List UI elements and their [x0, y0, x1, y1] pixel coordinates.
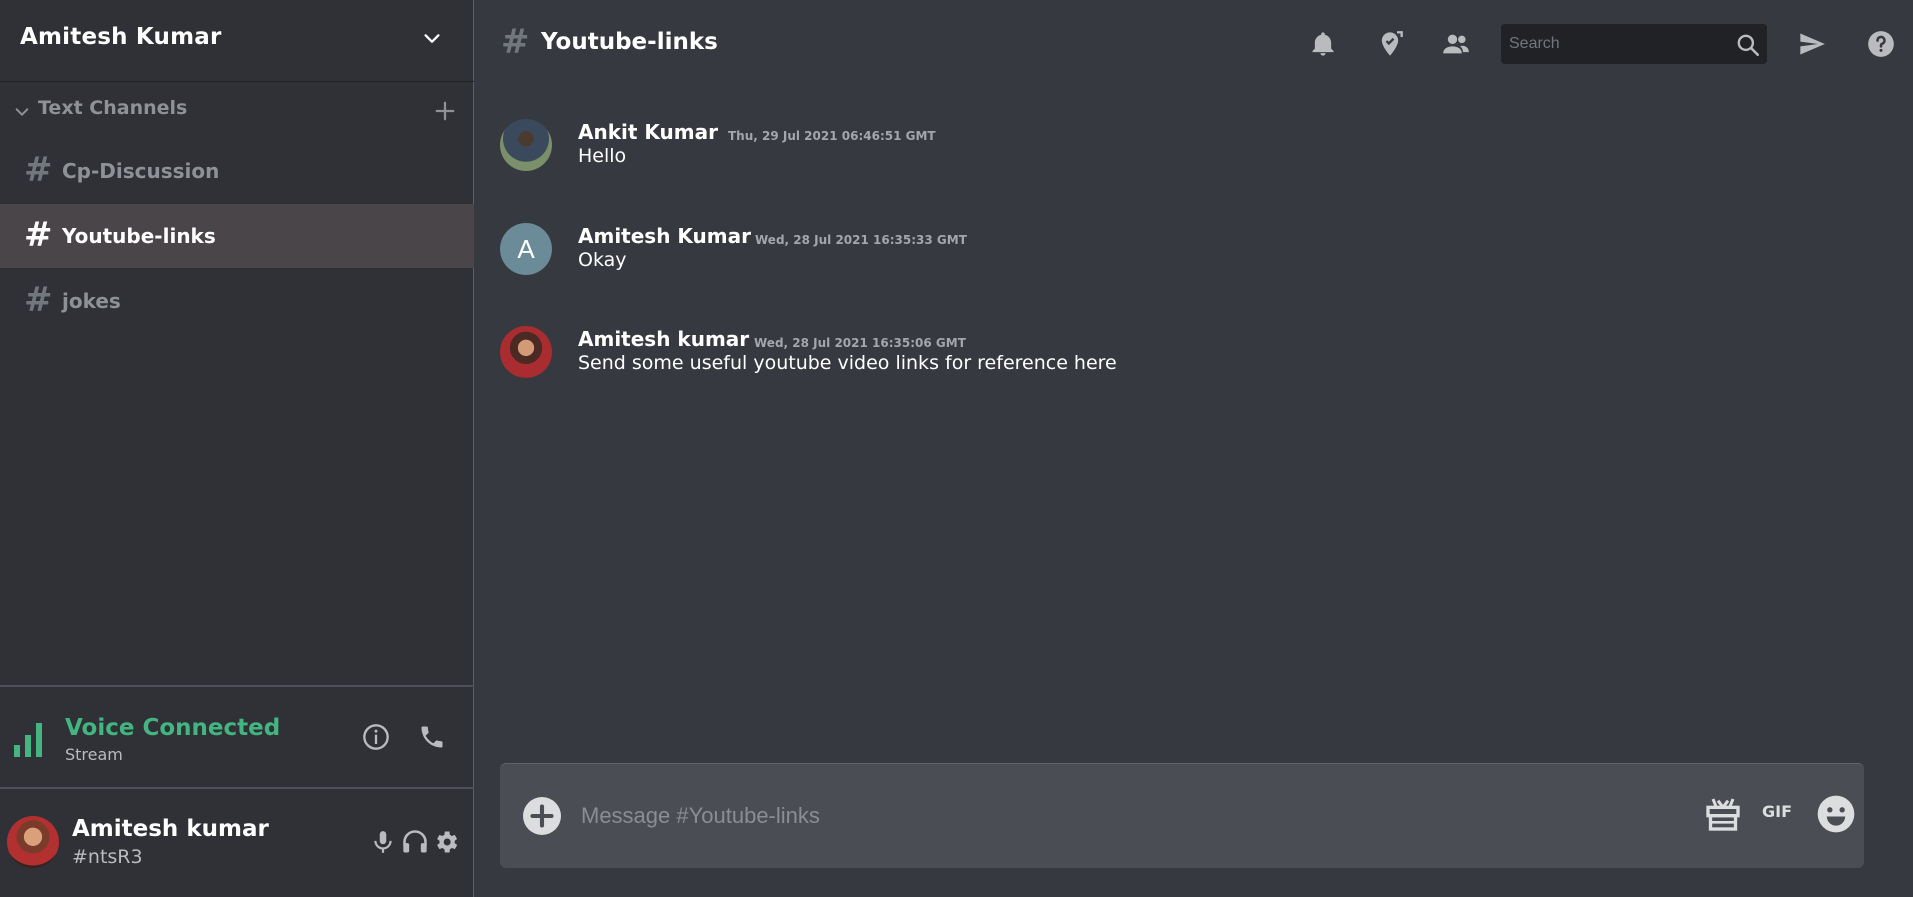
hashtag-icon: # [24, 215, 53, 255]
category-text-channels[interactable]: Text Channels [0, 96, 474, 126]
channel-header: # Youtube-links [475, 0, 1913, 86]
chevron-down-icon[interactable] [421, 28, 443, 50]
channel-sidebar: Amitesh Kumar Text Channels # Cp-Discuss… [0, 0, 474, 897]
phone-icon[interactable] [418, 723, 446, 751]
search-icon[interactable] [1735, 32, 1761, 58]
help-icon[interactable] [1867, 30, 1895, 58]
avatar[interactable] [500, 326, 552, 378]
server-name: Amitesh Kumar [20, 24, 222, 50]
search-box[interactable] [1501, 24, 1767, 64]
gif-button[interactable]: GIF [1762, 802, 1792, 821]
signal-bars-icon [14, 723, 42, 757]
avatar[interactable] [500, 119, 552, 171]
server-header[interactable]: Amitesh Kumar [0, 0, 474, 82]
microphone-icon[interactable] [370, 828, 396, 856]
channel-item-youtube-links[interactable]: # Youtube-links [0, 204, 474, 268]
bell-icon[interactable] [1309, 30, 1337, 58]
message-text: Okay [578, 249, 627, 271]
message-item: Amitesh kumar Wed, 28 Jul 2021 16:35:06 … [475, 307, 1913, 387]
emoji-icon[interactable] [1816, 794, 1856, 834]
avatar[interactable]: A [500, 223, 552, 275]
members-icon[interactable] [1442, 30, 1470, 58]
gear-icon[interactable] [432, 828, 460, 856]
hashtag-icon: # [24, 150, 53, 190]
chat-area: # Youtube-links Search Ankit Kumar Thu, … [475, 0, 1913, 897]
channel-item-jokes[interactable]: # jokes [0, 269, 474, 333]
channel-title: Youtube-links [541, 29, 718, 55]
hashtag-icon: # [501, 22, 530, 62]
message-author[interactable]: Ankit Kumar [578, 120, 718, 144]
send-icon[interactable] [1798, 30, 1826, 58]
user-name: Amitesh kumar [72, 816, 269, 842]
channel-label: Cp-Discussion [62, 159, 220, 183]
message-text: Hello [578, 145, 627, 167]
headset-icon[interactable] [400, 828, 430, 856]
plus-icon[interactable] [434, 100, 456, 122]
plus-circle-icon[interactable] [523, 797, 561, 835]
pin-icon[interactable] [1376, 30, 1404, 58]
message-text: Send some useful youtube video links for… [578, 352, 1117, 374]
hashtag-icon: # [24, 280, 53, 320]
chevron-down-icon[interactable] [14, 104, 30, 120]
voice-connection-panel: Voice Connected Stream [0, 685, 474, 789]
message-timestamp: Wed, 28 Jul 2021 16:35:06 GMT [754, 336, 966, 350]
gift-icon[interactable] [1703, 794, 1743, 834]
voice-channel-name: Stream [65, 745, 123, 764]
message-timestamp: Thu, 29 Jul 2021 06:46:51 GMT [728, 129, 936, 143]
user-panel: Amitesh kumar #ntsR3 [0, 790, 474, 897]
message-input[interactable] [581, 792, 1581, 840]
channel-label: jokes [62, 289, 121, 313]
channel-item-cp-discussion[interactable]: # Cp-Discussion [0, 139, 474, 203]
channel-label: Youtube-links [62, 224, 216, 248]
message-item: Ankit Kumar Thu, 29 Jul 2021 06:46:51 GM… [475, 100, 1913, 180]
message-item: A Amitesh Kumar Wed, 28 Jul 2021 16:35:3… [475, 204, 1913, 284]
avatar[interactable] [7, 816, 59, 868]
voice-status: Voice Connected [65, 715, 281, 741]
info-icon[interactable] [362, 723, 390, 751]
message-timestamp: Wed, 28 Jul 2021 16:35:33 GMT [755, 233, 967, 247]
category-label: Text Channels [38, 97, 188, 119]
user-tag: #ntsR3 [72, 846, 143, 868]
message-author[interactable]: Amitesh kumar [578, 327, 749, 351]
message-author[interactable]: Amitesh Kumar [578, 224, 751, 248]
message-composer: GIF [500, 763, 1864, 868]
discord-app: Amitesh Kumar Text Channels # Cp-Discuss… [0, 0, 1913, 897]
search-input[interactable] [1501, 24, 1731, 64]
